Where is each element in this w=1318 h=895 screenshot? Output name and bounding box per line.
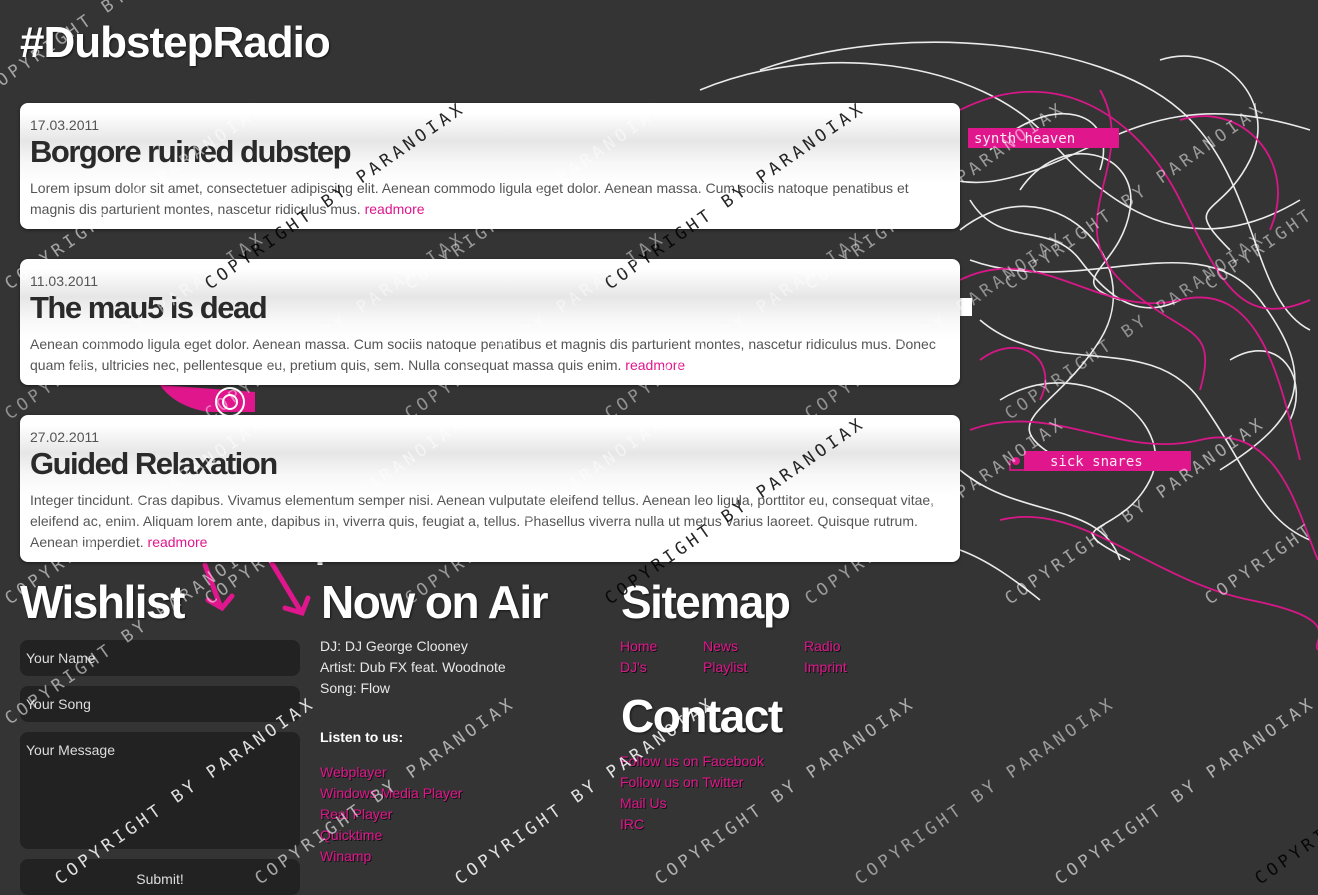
post-body-text: Aenean commodo ligula eget dolor. Aenean… <box>30 336 936 373</box>
mail-link[interactable]: Mail Us <box>620 793 764 814</box>
song-placeholder: Your Song <box>26 696 91 712</box>
post-date: 17.03.2011 <box>30 117 100 133</box>
listen-heading: Listen to us: <box>320 729 404 745</box>
windows-media-player-link[interactable]: Windows Media Player <box>320 783 462 804</box>
now-on-air-heading: Now on Air <box>321 576 549 628</box>
post-body-text: Lorem ipsum dolor sit amet, consectetuer… <box>30 180 909 217</box>
name-input[interactable]: Your Name <box>20 640 300 676</box>
submit-button[interactable]: Submit! <box>20 859 300 895</box>
winamp-link[interactable]: Winamp <box>320 846 462 867</box>
artist-line: Artist: Dub FX feat. Woodnote <box>320 659 506 675</box>
webplayer-link[interactable]: Webplayer <box>320 762 462 783</box>
real-player-link[interactable]: Real Player <box>320 804 462 825</box>
sitemap-news-link[interactable]: News <box>703 636 804 657</box>
dj-line: DJ: DJ George Clooney <box>320 638 468 654</box>
news-post: 11.03.2011 The mau5 is dead Aenean commo… <box>20 259 960 385</box>
post-date: 27.02.2011 <box>30 429 100 445</box>
sitemap-heading: Sitemap <box>621 576 791 628</box>
submit-label: Submit! <box>136 871 184 887</box>
post-title[interactable]: The mau5 is dead <box>30 290 950 326</box>
sitemap-imprint-link[interactable]: Imprint <box>804 657 884 678</box>
sitemap-djs-link[interactable]: DJ's <box>620 657 703 678</box>
post-title[interactable]: Borgore ruined dubstep <box>30 134 950 170</box>
sitemap-playlist-link[interactable]: Playlist <box>703 657 804 678</box>
quicktime-link[interactable]: Quicktime <box>320 825 462 846</box>
news-post: 17.03.2011 Borgore ruined dubstep Lorem … <box>20 103 960 229</box>
now-playing-info: DJ: DJ George Clooney Artist: Dub FX fea… <box>320 636 506 699</box>
post-date: 11.03.2011 <box>30 273 98 289</box>
readmore-link[interactable]: readmore <box>365 201 425 217</box>
post-excerpt: Lorem ipsum dolor sit amet, consectetuer… <box>30 178 950 220</box>
tag-sick-snares: sick snares <box>1050 454 1143 470</box>
post-excerpt: Aenean commodo ligula eget dolor. Aenean… <box>30 334 950 376</box>
readmore-link[interactable]: readmore <box>148 534 208 550</box>
readmore-link[interactable]: readmore <box>625 357 685 373</box>
name-placeholder: Your Name <box>26 650 96 666</box>
wishlist-heading: Wishlist <box>20 576 185 628</box>
twitter-link[interactable]: Follow us on Twitter <box>620 772 764 793</box>
tag-synth-heaven: synth heaven <box>974 131 1075 147</box>
contact-heading: Contact <box>621 690 783 742</box>
song-input[interactable]: Your Song <box>20 686 300 722</box>
facebook-link[interactable]: Follow us on Facebook <box>620 751 764 772</box>
player-links: Webplayer Windows Media Player Real Play… <box>320 762 462 867</box>
sitemap-home-link[interactable]: Home <box>620 636 703 657</box>
site-title: #DubstepRadio <box>20 18 331 67</box>
sitemap-links: Home News Radio DJ's Playlist Imprint <box>620 636 884 678</box>
post-excerpt: Integer tincidunt. Cras dapibus. Vivamus… <box>30 490 950 553</box>
sitemap-radio-link[interactable]: Radio <box>804 636 884 657</box>
message-placeholder: Your Message <box>26 742 115 758</box>
irc-link[interactable]: IRC <box>620 814 764 835</box>
post-title[interactable]: Guided Relaxation <box>30 446 950 482</box>
news-post: 27.02.2011 Guided Relaxation Integer tin… <box>20 415 960 562</box>
song-line: Song: Flow <box>320 680 391 696</box>
message-textarea[interactable]: Your Message <box>20 732 300 849</box>
contact-links: Follow us on Facebook Follow us on Twitt… <box>620 751 764 835</box>
